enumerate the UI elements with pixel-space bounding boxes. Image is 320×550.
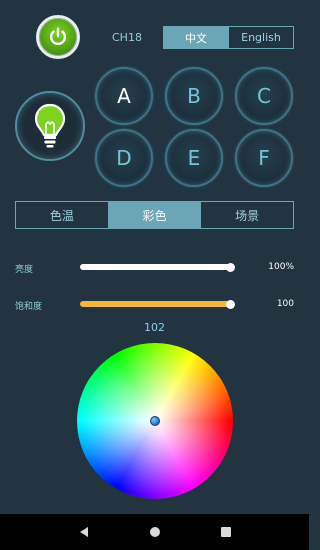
saturation-label: 饱和度 xyxy=(15,302,43,312)
back-button[interactable] xyxy=(74,522,94,542)
channel-label: CH18 xyxy=(112,31,142,44)
tab-color-temperature[interactable]: 色温 xyxy=(16,202,108,228)
brightness-slider[interactable] xyxy=(80,260,235,274)
brightness-label: 亮度 xyxy=(15,265,34,275)
color-value: 102 xyxy=(144,321,165,334)
tab-color[interactable]: 彩色 xyxy=(107,202,201,228)
channel-button-b[interactable]: B xyxy=(165,67,223,125)
home-icon xyxy=(149,527,160,537)
channel-button-d[interactable]: D xyxy=(95,129,153,187)
power-icon xyxy=(49,27,67,46)
power-button[interactable] xyxy=(36,15,80,59)
language-option-chinese[interactable]: 中文 xyxy=(164,27,228,48)
saturation-track xyxy=(80,301,232,307)
saturation-value: 100 xyxy=(276,299,294,309)
recents-button[interactable] xyxy=(216,522,236,542)
lightbulb-icon xyxy=(34,103,66,148)
home-button[interactable] xyxy=(145,522,165,542)
recents-icon xyxy=(220,527,231,537)
saturation-handle[interactable] xyxy=(226,299,235,309)
mode-tabs: 色温 彩色 场景 xyxy=(15,201,294,229)
language-switch: 中文 English xyxy=(163,26,294,49)
channel-button-c[interactable]: C xyxy=(235,67,293,125)
channel-button-a[interactable]: A xyxy=(95,67,153,125)
back-icon xyxy=(79,527,88,537)
brightness-value: 100% xyxy=(268,262,294,272)
light-toggle[interactable] xyxy=(15,91,85,161)
channel-button-f[interactable]: F xyxy=(235,129,293,187)
language-option-english[interactable]: English xyxy=(228,27,293,48)
color-picker-handle[interactable] xyxy=(150,416,160,426)
navigation-bar xyxy=(0,514,309,550)
tab-scene[interactable]: 场景 xyxy=(200,202,293,228)
saturation-slider[interactable] xyxy=(80,297,235,311)
channel-button-e[interactable]: E xyxy=(165,129,223,187)
brightness-track xyxy=(80,264,232,270)
brightness-handle[interactable] xyxy=(226,262,235,272)
